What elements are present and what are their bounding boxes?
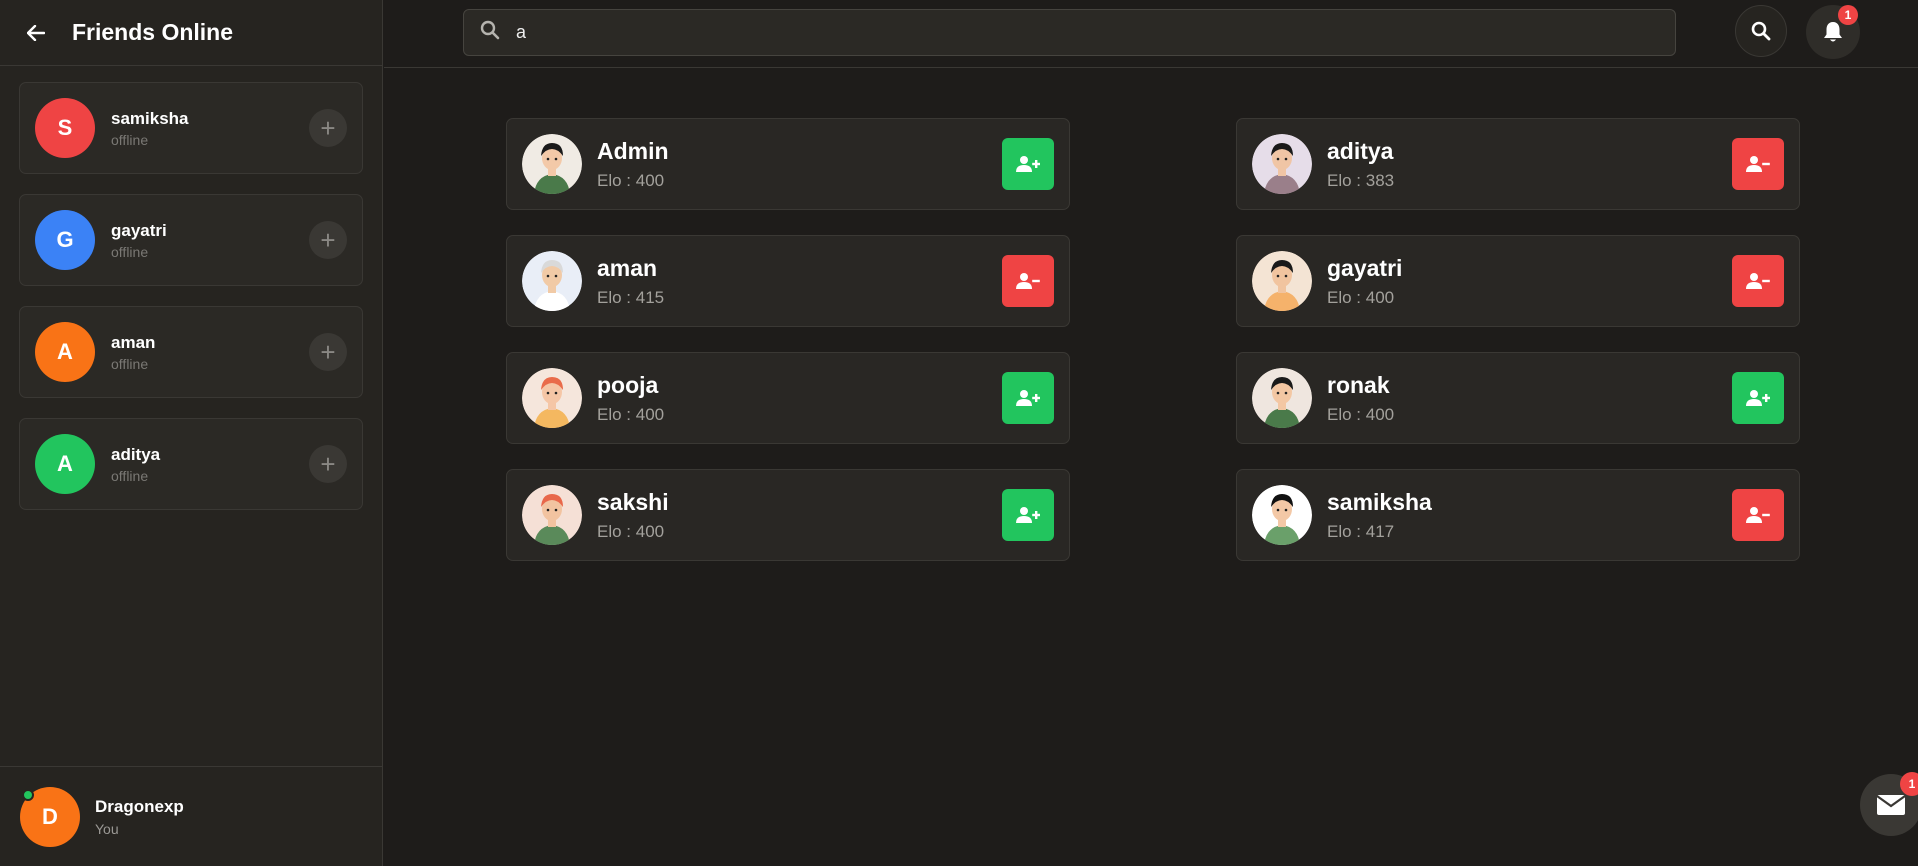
- user-name: samiksha: [1327, 488, 1432, 515]
- friend-status: offline: [111, 131, 149, 148]
- user-avatar: [522, 134, 582, 194]
- user-name: pooja: [597, 371, 659, 398]
- top-bar: 1: [384, 0, 1918, 68]
- user-plus-icon: [1016, 390, 1040, 406]
- current-user-name: Dragonexp: [95, 796, 184, 816]
- user-card-ronak: ronak Elo : 400: [1236, 352, 1800, 444]
- user-elo: Elo : 400: [597, 170, 665, 190]
- user-elo: Elo : 400: [597, 404, 665, 424]
- user-card-admin: Admin Elo : 400: [506, 118, 1070, 210]
- user-plus-icon: [1016, 507, 1040, 523]
- friend-name: aman: [111, 332, 156, 352]
- friend-list: S samiksha offline + G gayatri offline +…: [0, 66, 382, 510]
- avatar: G: [35, 210, 95, 270]
- user-elo: Elo : 400: [597, 521, 665, 541]
- user-avatar: [522, 251, 582, 311]
- user-avatar: [1252, 485, 1312, 545]
- sidebar-title: Friends Online: [72, 19, 234, 45]
- user-avatar: [522, 368, 582, 428]
- add-friend-button[interactable]: [1002, 489, 1054, 541]
- search-button[interactable]: [1735, 5, 1787, 57]
- user-avatar: [1252, 134, 1312, 194]
- user-minus-icon: [1016, 273, 1040, 289]
- user-name: gayatri: [1327, 254, 1403, 281]
- user-elo: Elo : 415: [597, 287, 665, 307]
- user-card-samiksha: samiksha Elo : 417: [1236, 469, 1800, 561]
- invite-plus-icon[interactable]: +: [309, 109, 347, 147]
- friend-status: offline: [111, 355, 149, 372]
- search-input[interactable]: [516, 22, 1616, 43]
- search-icon: [1751, 21, 1771, 41]
- user-plus-icon: [1016, 156, 1040, 172]
- user-avatar: [522, 485, 582, 545]
- user-plus-icon: [1746, 390, 1770, 406]
- add-friend-button[interactable]: [1002, 372, 1054, 424]
- remove-friend-button[interactable]: [1002, 255, 1054, 307]
- current-user-panel: D Dragonexp You: [0, 766, 382, 866]
- online-status-dot: [22, 788, 34, 801]
- invite-plus-icon[interactable]: +: [309, 333, 347, 371]
- current-user-label: You: [95, 820, 119, 837]
- user-card-pooja: pooja Elo : 400: [506, 352, 1070, 444]
- friend-status: offline: [111, 467, 149, 484]
- user-card-sakshi: sakshi Elo : 400: [506, 469, 1070, 561]
- user-avatar: [1252, 368, 1312, 428]
- user-elo: Elo : 400: [1327, 404, 1395, 424]
- user-name: sakshi: [597, 488, 669, 515]
- user-elo: Elo : 417: [1327, 521, 1395, 541]
- mail-icon: [1876, 795, 1906, 815]
- search-icon: [480, 20, 500, 45]
- user-elo: Elo : 400: [1327, 287, 1395, 307]
- avatar: S: [35, 98, 95, 158]
- notifications-button[interactable]: 1: [1806, 5, 1860, 59]
- invite-plus-icon[interactable]: +: [309, 221, 347, 259]
- friend-name: gayatri: [111, 220, 167, 240]
- user-card-aman: aman Elo : 415: [506, 235, 1070, 327]
- user-name: aditya: [1327, 137, 1394, 164]
- current-user-avatar[interactable]: D: [20, 786, 80, 847]
- messages-button[interactable]: 1: [1860, 772, 1918, 836]
- remove-friend-button[interactable]: [1732, 489, 1784, 541]
- user-name: Admin: [597, 137, 669, 164]
- invite-plus-icon[interactable]: +: [309, 445, 347, 483]
- user-elo: Elo : 383: [1327, 170, 1395, 190]
- friend-status: offline: [111, 243, 149, 260]
- remove-friend-button[interactable]: [1732, 255, 1784, 307]
- add-friend-button[interactable]: [1732, 372, 1784, 424]
- avatar: A: [35, 434, 95, 494]
- sidebar-header: Friends Online: [0, 0, 382, 66]
- friend-name: samiksha: [111, 108, 189, 128]
- user-minus-icon: [1746, 273, 1770, 289]
- user-minus-icon: [1746, 507, 1770, 523]
- user-name: aman: [597, 254, 658, 281]
- user-avatar: [1252, 251, 1312, 311]
- add-friend-button[interactable]: [1002, 138, 1054, 190]
- friend-item-gayatri[interactable]: G gayatri offline +: [19, 194, 363, 286]
- user-card-aditya: aditya Elo : 383: [1236, 118, 1800, 210]
- friend-item-aman[interactable]: A aman offline +: [19, 306, 363, 398]
- back-arrow-icon[interactable]: [26, 23, 46, 43]
- user-card-gayatri: gayatri Elo : 400: [1236, 235, 1800, 327]
- friend-item-aditya[interactable]: A aditya offline +: [19, 418, 363, 510]
- user-name: ronak: [1327, 371, 1390, 398]
- user-minus-icon: [1746, 156, 1770, 172]
- search-box[interactable]: [463, 9, 1676, 56]
- friend-name: aditya: [111, 444, 161, 464]
- friend-item-samiksha[interactable]: S samiksha offline +: [19, 82, 363, 174]
- bell-icon: [1824, 22, 1842, 42]
- notification-badge: 1: [1838, 5, 1858, 25]
- message-badge: 1: [1900, 772, 1918, 796]
- friends-sidebar: Friends Online S samiksha offline + G ga…: [0, 0, 383, 866]
- remove-friend-button[interactable]: [1732, 138, 1784, 190]
- avatar: A: [35, 322, 95, 382]
